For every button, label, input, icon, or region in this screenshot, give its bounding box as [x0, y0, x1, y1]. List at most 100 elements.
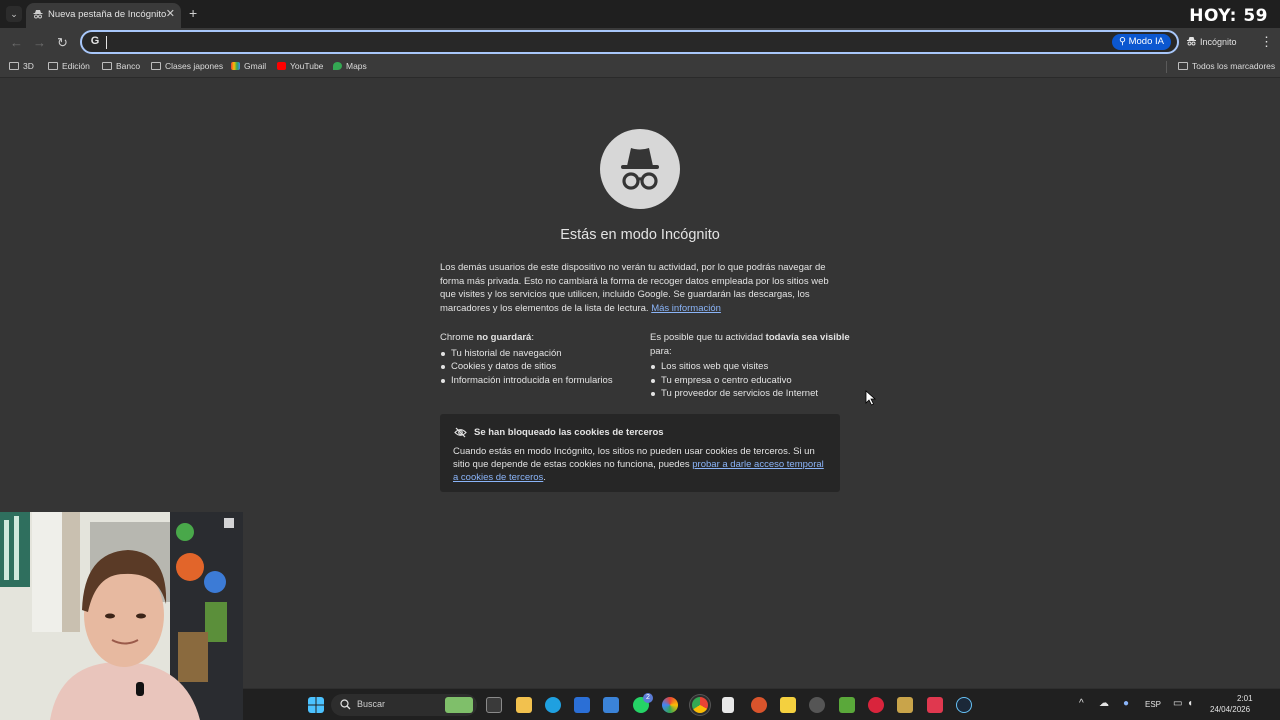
microphone-icon[interactable]: ● — [1123, 698, 1129, 709]
cookie-end: . — [543, 472, 546, 484]
modo-ia-label: Modo IA — [1128, 36, 1164, 47]
incognito-small-icon — [1187, 37, 1196, 46]
whatsapp-badge: 2 — [643, 693, 653, 703]
edge-icon[interactable] — [545, 697, 561, 713]
list-item: Tu proveedor de servicios de Internet — [650, 387, 850, 401]
tab-title: Nueva pestaña de Incógnito — [48, 9, 167, 20]
app-pink-icon[interactable] — [927, 697, 943, 713]
mouse-cursor-icon — [865, 390, 877, 406]
bookmark-label: 3D — [23, 61, 34, 71]
app-green-icon[interactable] — [839, 697, 855, 713]
steam-icon[interactable] — [956, 697, 972, 713]
task-view-icon[interactable] — [486, 697, 502, 713]
webcam-person-image — [0, 512, 243, 720]
incognito-hero-icon — [600, 129, 680, 209]
bookmark-banco[interactable]: Banco — [102, 61, 140, 71]
chevron-up-icon[interactable]: ^ — [1079, 698, 1084, 709]
store-icon[interactable] — [574, 697, 590, 713]
menu-dots-icon[interactable]: ⋮ — [1260, 34, 1273, 50]
tab-strip: ⌄ Nueva pestaña de Incógnito ✕ + HOY: 59 — [0, 0, 1280, 28]
bookmark-label: YouTube — [290, 61, 324, 71]
bookmark-3d[interactable]: 3D — [9, 61, 34, 71]
webcam-overlay — [0, 512, 243, 720]
list-item: Cookies y datos de sitios — [440, 360, 640, 374]
close-tab-icon[interactable]: ✕ — [166, 7, 175, 20]
not-saved-heading: Chrome no guardará: — [440, 331, 640, 345]
google-g-icon: G — [90, 35, 100, 47]
heading-text: Es posible que tu actividad — [650, 332, 766, 343]
folder-icon — [48, 62, 58, 70]
list-item: Los sitios web que visites — [650, 360, 850, 374]
intro-text: Los demás usuarios de este dispositivo n… — [440, 262, 829, 314]
back-arrow-icon[interactable]: ← — [10, 35, 23, 50]
bookmarks-bar: 3D Edición Banco Clases japones Gmail Yo… — [0, 58, 1280, 78]
cookies-blocked-title: Se han bloqueado las cookies de terceros — [474, 427, 664, 438]
taskbar: Buscar 2 ^ ☁ ● ESP ▭ ◖ 2:01 24/04/2026 — [243, 688, 1280, 720]
forward-arrow-icon[interactable]: → — [33, 35, 46, 50]
app-red-icon[interactable] — [868, 697, 884, 713]
spy-icon — [621, 148, 659, 190]
bookmark-edicion[interactable]: Edición — [48, 61, 90, 71]
list-item: Tu historial de navegación — [440, 347, 640, 361]
bookmark-youtube[interactable]: YouTube — [277, 61, 323, 71]
tab-search-chevron-icon[interactable]: ⌄ — [6, 6, 22, 22]
folder-icon — [151, 62, 161, 70]
maps-pin-icon — [333, 62, 342, 70]
heading-text: Chrome — [440, 332, 477, 343]
incognito-chip[interactable]: Incógnito — [1186, 33, 1237, 51]
outlook-icon[interactable] — [603, 697, 619, 713]
omnibox[interactable]: G ⚲ Modo IA — [80, 30, 1179, 54]
clock-date[interactable]: 24/04/2026 — [1210, 705, 1250, 714]
new-tab-button[interactable]: + — [189, 5, 197, 21]
clock-time[interactable]: 2:01 — [1237, 694, 1253, 703]
more-info-link[interactable]: Más información — [651, 303, 721, 314]
bookmark-label: Clases japones — [165, 61, 224, 71]
toolbar: ← → ↻ G ⚲ Modo IA Incógnito ⋮ — [0, 28, 1280, 58]
network-icon[interactable]: ▭ — [1173, 698, 1182, 709]
cloud-off-icon[interactable]: ☁ — [1099, 698, 1109, 709]
folder-icon — [102, 62, 112, 70]
bookmark-label: Banco — [116, 61, 141, 71]
reload-icon[interactable]: ↻ — [57, 35, 68, 51]
overlay-counter: HOY: 59 — [1189, 6, 1268, 26]
photos-icon[interactable] — [662, 697, 678, 713]
bookmark-label: Gmail — [244, 61, 267, 71]
tab-incognito[interactable]: Nueva pestaña de Incógnito ✕ — [26, 3, 181, 28]
bookmark-maps[interactable]: Maps — [333, 61, 367, 71]
bookmark-label: Todos los marcadores — [1192, 61, 1276, 71]
bookmark-clases-japones[interactable]: Clases japones — [151, 61, 223, 71]
bookmark-label: Maps — [346, 61, 367, 71]
incognito-chip-label: Incógnito — [1200, 37, 1237, 47]
page-title: Estás en modo Incógnito — [560, 227, 720, 243]
text-caret — [106, 36, 107, 49]
file-explorer-icon[interactable] — [516, 697, 532, 713]
chrome-icon[interactable] — [692, 697, 708, 713]
heading-suffix: para: — [650, 345, 672, 357]
folder-icon — [1178, 62, 1188, 70]
heading-suffix: : — [531, 332, 534, 343]
notepad-icon[interactable] — [722, 697, 734, 713]
language-indicator[interactable]: ESP — [1145, 700, 1161, 709]
modo-ia-button[interactable]: ⚲ Modo IA — [1112, 34, 1171, 50]
app-burst-icon[interactable] — [751, 697, 767, 713]
address-input[interactable] — [110, 34, 1010, 50]
gmail-icon — [231, 62, 240, 70]
list-item: Tu empresa o centro educativo — [650, 374, 850, 388]
still-visible-list: Los sitios web que visites Tu empresa o … — [650, 360, 850, 401]
volume-icon[interactable]: ◖ — [1187, 698, 1193, 709]
intro-paragraph: Los demás usuarios de este dispositivo n… — [440, 261, 842, 315]
third-party-cookies-card: Se han bloqueado las cookies de terceros… — [440, 414, 840, 492]
taskbar-search[interactable]: Buscar — [331, 694, 477, 716]
incognito-icon — [33, 10, 43, 19]
app-league-icon[interactable] — [897, 697, 913, 713]
sticky-notes-icon[interactable] — [780, 697, 796, 713]
windows-start-icon[interactable] — [308, 697, 324, 713]
all-bookmarks[interactable]: Todos los marcadores — [1178, 61, 1275, 71]
obs-icon[interactable] — [809, 697, 825, 713]
search-icon — [340, 699, 351, 710]
still-visible-heading: Es posible que tu actividad todavía sea … — [650, 331, 850, 358]
still-visible-column: Es posible que tu actividad todavía sea … — [650, 331, 850, 401]
browser-window: ⌄ Nueva pestaña de Incógnito ✕ + HOY: 59… — [0, 0, 1280, 720]
bookmark-gmail[interactable]: Gmail — [231, 61, 266, 71]
youtube-icon — [277, 62, 286, 70]
